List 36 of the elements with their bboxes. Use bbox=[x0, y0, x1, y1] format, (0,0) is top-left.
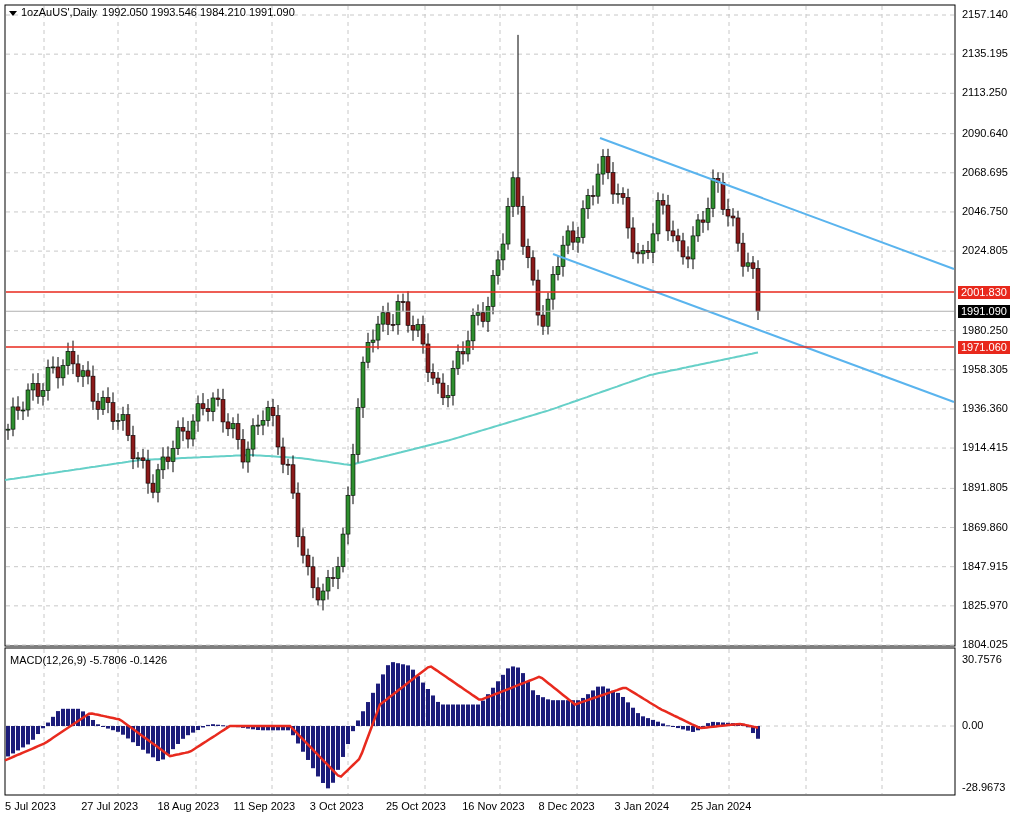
price-axis-label: 1869.860 bbox=[962, 521, 1008, 533]
price-axis-label: 2157.140 bbox=[962, 9, 1008, 20]
price-axis-label: 2046.750 bbox=[962, 205, 1008, 217]
dropdown-icon[interactable] bbox=[9, 11, 17, 16]
price-axis-label: 1980.250 bbox=[962, 324, 1008, 336]
time-axis-label: 3 Oct 2023 bbox=[309, 801, 364, 812]
price-axis-label: 1891.805 bbox=[962, 482, 1008, 494]
time-axis-label: 8 Dec 2023 bbox=[538, 801, 595, 812]
price-axis-label: 1958.305 bbox=[962, 363, 1008, 375]
time-axis-label: 25 Oct 2023 bbox=[386, 801, 446, 812]
price-tag: 1971.060 bbox=[958, 341, 1010, 354]
price-axis-label: 2068.695 bbox=[962, 166, 1008, 178]
quote-values: 1992.050 1993.546 1984.210 1991.090 bbox=[102, 7, 295, 18]
time-axis-label: 18 Aug 2023 bbox=[157, 801, 220, 812]
price-axis-label: 2113.250 bbox=[962, 87, 1008, 99]
time-axis-label: 25 Jan 2024 bbox=[690, 801, 752, 812]
indicator-axis-label: -28.9673 bbox=[962, 782, 1006, 793]
symbol-label: 1ozAuUS',Daily bbox=[21, 7, 98, 18]
price-axis-label: 1847.915 bbox=[962, 560, 1008, 572]
price-axis-label: 2090.640 bbox=[962, 127, 1008, 139]
time-axis-label: 3 Jan 2024 bbox=[614, 801, 670, 812]
price-tag: 1991.090 bbox=[958, 305, 1010, 319]
price-axis-label: 1825.970 bbox=[962, 599, 1008, 611]
price-axis-label: 2135.195 bbox=[962, 48, 1008, 60]
price-axis-label: 2024.805 bbox=[962, 245, 1008, 257]
indicator-label: MACD(12,26,9) -5.7806 -0.1426 bbox=[10, 655, 168, 666]
time-axis-label: 5 Jul 2023 bbox=[5, 801, 56, 812]
indicator-axis-label: 30.7576 bbox=[962, 654, 1002, 665]
price-tag: 2001.830 bbox=[958, 286, 1010, 300]
time-axis-label: 11 Sep 2023 bbox=[233, 801, 296, 812]
price-axis-label: 1804.025 bbox=[962, 639, 1008, 650]
indicator-axis-label: 0.00 bbox=[962, 720, 984, 731]
time-axis-label: 27 Jul 2023 bbox=[81, 801, 139, 812]
time-axis-label: 16 Nov 2023 bbox=[462, 801, 525, 812]
price-axis-label: 1936.360 bbox=[962, 402, 1008, 414]
price-axis-label: 1914.415 bbox=[962, 442, 1008, 454]
